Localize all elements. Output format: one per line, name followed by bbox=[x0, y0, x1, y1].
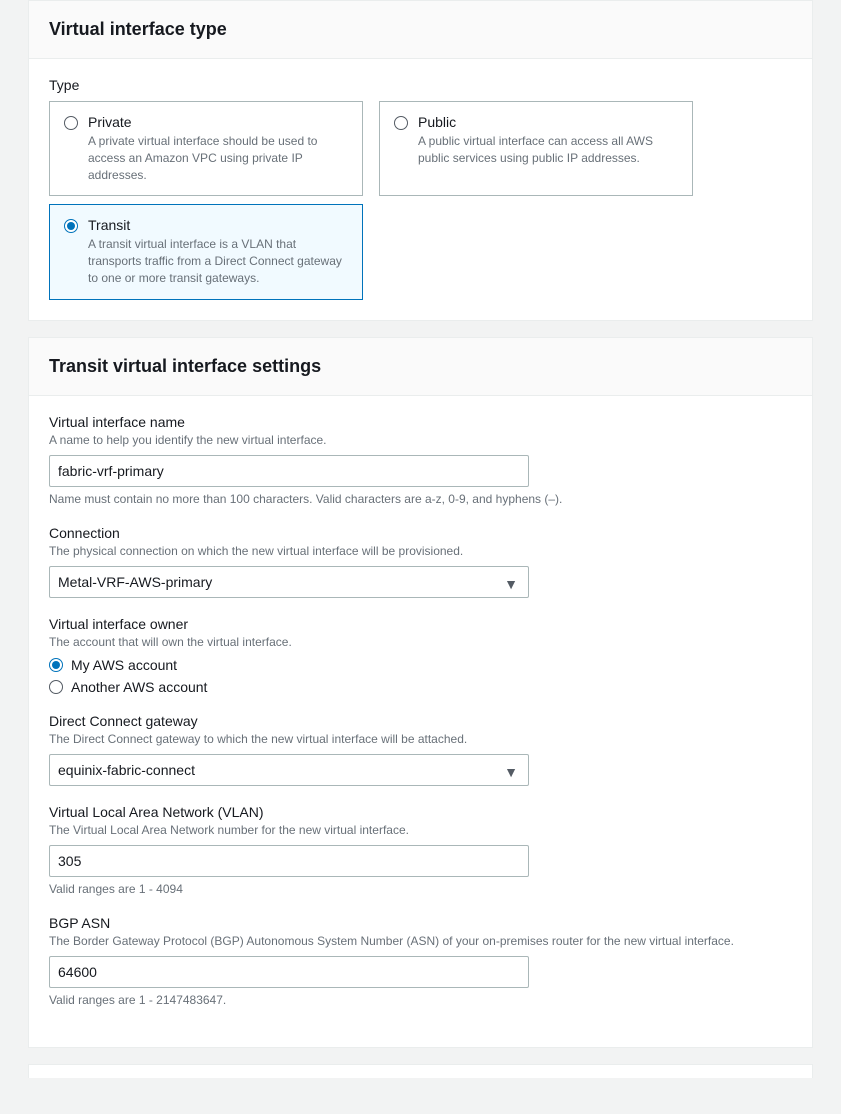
field-desc: The Direct Connect gateway to which the … bbox=[49, 731, 792, 748]
field-desc: The physical connection on which the new… bbox=[49, 543, 792, 560]
radio-icon bbox=[64, 219, 78, 233]
type-option-desc: A private virtual interface should be us… bbox=[88, 133, 348, 183]
type-option-title: Transit bbox=[88, 217, 348, 233]
radio-icon bbox=[49, 680, 63, 694]
radio-icon bbox=[49, 658, 63, 672]
owner-group: Virtual interface owner The account that… bbox=[49, 616, 792, 695]
connection-select[interactable]: Metal-VRF-AWS-primary ▼ bbox=[49, 566, 529, 598]
type-option-title: Public bbox=[418, 114, 678, 130]
virtual-interface-name-group: Virtual interface name A name to help yo… bbox=[49, 414, 792, 508]
bgp-asn-input[interactable] bbox=[49, 956, 529, 988]
type-option-title: Private bbox=[88, 114, 348, 130]
radio-icon bbox=[394, 116, 408, 130]
panel-title: Transit virtual interface settings bbox=[49, 356, 792, 377]
field-hint: Valid ranges are 1 - 4094 bbox=[49, 881, 792, 898]
field-label: BGP ASN bbox=[49, 915, 792, 931]
field-label: Virtual interface name bbox=[49, 414, 792, 430]
type-option-desc: A transit virtual interface is a VLAN th… bbox=[88, 236, 348, 286]
type-option-transit[interactable]: Transit A transit virtual interface is a… bbox=[49, 204, 363, 299]
panel-header: Transit virtual interface settings bbox=[29, 338, 812, 396]
transit-vif-settings-panel: Transit virtual interface settings Virtu… bbox=[28, 337, 813, 1048]
virtual-interface-name-input[interactable] bbox=[49, 455, 529, 487]
owner-option-label: My AWS account bbox=[71, 657, 177, 673]
owner-option-another-account[interactable]: Another AWS account bbox=[49, 679, 792, 695]
owner-option-label: Another AWS account bbox=[71, 679, 207, 695]
panel-title: Virtual interface type bbox=[49, 19, 792, 40]
field-desc: A name to help you identify the new virt… bbox=[49, 432, 792, 449]
field-hint: Valid ranges are 1 - 2147483647. bbox=[49, 992, 792, 1009]
next-panel-edge bbox=[28, 1064, 813, 1078]
caret-down-icon: ▼ bbox=[504, 761, 518, 783]
field-label: Direct Connect gateway bbox=[49, 713, 792, 729]
bgp-asn-group: BGP ASN The Border Gateway Protocol (BGP… bbox=[49, 915, 792, 1009]
vlan-input[interactable] bbox=[49, 845, 529, 877]
select-value: equinix-fabric-connect bbox=[58, 762, 195, 778]
select-value: Metal-VRF-AWS-primary bbox=[58, 574, 212, 590]
type-option-desc: A public virtual interface can access al… bbox=[418, 133, 678, 167]
field-desc: The Border Gateway Protocol (BGP) Autono… bbox=[49, 933, 792, 950]
field-desc: The Virtual Local Area Network number fo… bbox=[49, 822, 792, 839]
field-label: Connection bbox=[49, 525, 792, 541]
field-label: Virtual Local Area Network (VLAN) bbox=[49, 804, 792, 820]
radio-icon bbox=[64, 116, 78, 130]
panel-header: Virtual interface type bbox=[29, 1, 812, 59]
field-label: Virtual interface owner bbox=[49, 616, 792, 632]
dxgw-select[interactable]: equinix-fabric-connect ▼ bbox=[49, 754, 529, 786]
field-hint: Name must contain no more than 100 chara… bbox=[49, 491, 792, 508]
virtual-interface-type-panel: Virtual interface type Type Private A pr… bbox=[28, 0, 813, 321]
dxgw-group: Direct Connect gateway The Direct Connec… bbox=[49, 713, 792, 786]
caret-down-icon: ▼ bbox=[504, 573, 518, 595]
connection-group: Connection The physical connection on wh… bbox=[49, 525, 792, 598]
field-desc: The account that will own the virtual in… bbox=[49, 634, 792, 651]
type-option-public[interactable]: Public A public virtual interface can ac… bbox=[379, 101, 693, 196]
type-option-private[interactable]: Private A private virtual interface shou… bbox=[49, 101, 363, 196]
owner-option-my-account[interactable]: My AWS account bbox=[49, 657, 792, 673]
vlan-group: Virtual Local Area Network (VLAN) The Vi… bbox=[49, 804, 792, 898]
type-label: Type bbox=[49, 77, 792, 93]
